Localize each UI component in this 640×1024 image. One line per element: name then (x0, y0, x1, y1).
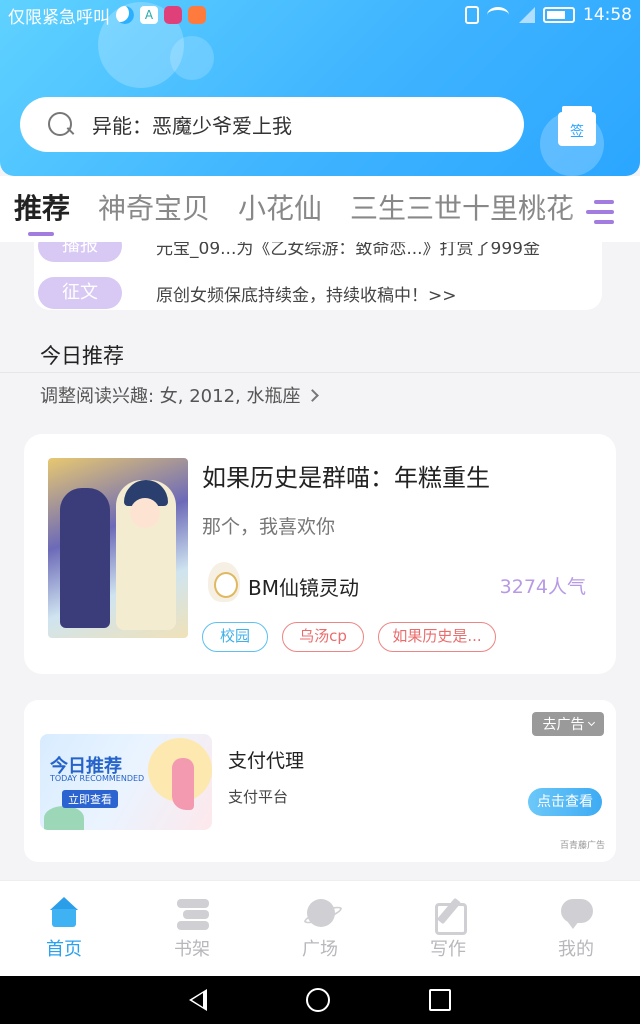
notice-tag: 征文 (38, 277, 122, 309)
carrier-text: 仅限紧急呼叫 (8, 7, 110, 28)
home-icon (47, 897, 81, 929)
nav-plaza[interactable]: 广场 (256, 881, 384, 976)
o-icon (164, 6, 182, 24)
divider (0, 372, 640, 373)
section-title: 今日推荐 (40, 344, 124, 368)
ad-subtitle: 支付平台 (228, 788, 289, 806)
ad-image[interactable]: 今日推荐 TODAY RECOMMENDED 立即查看 (40, 734, 212, 830)
nav-label: 书架 (174, 939, 210, 960)
ad-source: 百青藤广告 (560, 841, 606, 851)
remove-ad-label: 去广告 (542, 717, 585, 733)
book-card[interactable]: 如果历史是群喵：年糕重生 那个，我喜欢你 BM仙镜灵动 3274人气 校园 乌汤… (24, 434, 616, 674)
system-nav-bar (0, 976, 640, 1024)
book-description: 那个，我喜欢你 (202, 516, 336, 538)
popularity-count: 3274人气 (499, 576, 586, 598)
a-icon: A (140, 6, 158, 24)
notice-tag: 播报 (38, 242, 122, 262)
ad-image-button: 立即查看 (62, 790, 118, 808)
nav-bookshelf[interactable]: 书架 (128, 881, 256, 976)
category-tabs: 推荐 神奇宝贝 小花仙 三生三世十里桃花 古风 (0, 176, 640, 242)
search-placeholder: 异能：恶魔少爷爱上我 (92, 114, 292, 138)
nav-label: 我的 (558, 939, 594, 960)
interest-text: 调整阅读兴趣: 女, 2012, 水瓶座 (40, 386, 301, 407)
tab-recommend[interactable]: 推荐 (14, 187, 70, 227)
tab-xiaohuaxian[interactable]: 小花仙 (238, 187, 322, 227)
wifi-icon (487, 7, 509, 23)
bookshelf-icon (175, 897, 209, 930)
author-name[interactable]: BM仙镜灵动 (248, 572, 359, 601)
search-bar[interactable]: 异能：恶魔少爷爱上我 (20, 97, 524, 152)
nav-write[interactable]: 写作 (384, 881, 512, 976)
tab-pokemon[interactable]: 神奇宝贝 (98, 187, 210, 227)
battery-charging-icon (543, 7, 575, 23)
author-avatar[interactable] (208, 562, 240, 602)
decor-bubble (170, 36, 214, 80)
ad-card[interactable]: 去广告 今日推荐 TODAY RECOMMENDED 立即查看 支付代理 支付平… (24, 700, 616, 862)
chevron-down-icon (587, 718, 595, 727)
music-icon (188, 6, 206, 24)
moon-icon (116, 6, 134, 24)
vibrate-icon (465, 6, 479, 24)
chat-bubble-icon (559, 897, 593, 929)
tab-peach-blossom[interactable]: 三生三世十里桃花 (350, 187, 574, 227)
nav-label: 广场 (302, 939, 338, 960)
recent-apps-icon[interactable] (428, 989, 451, 1011)
chevron-right-icon (306, 388, 320, 402)
nav-label: 写作 (430, 939, 466, 960)
book-tag[interactable]: 如果历史是... (378, 622, 496, 652)
remove-ad-button[interactable]: 去广告 (532, 712, 604, 736)
ad-view-button[interactable]: 点击查看 (528, 788, 602, 816)
nav-home[interactable]: 首页 (0, 881, 128, 976)
nav-mine[interactable]: 我的 (512, 881, 640, 976)
signal-icon (517, 7, 535, 23)
notice-item[interactable]: 播报 元宝_09...为《乙女综游：致命恋...》打赏了999金 (34, 242, 602, 272)
gift-checkin-icon[interactable]: 签 (558, 106, 596, 146)
notice-item[interactable]: 征文 原创女频保底持续金，持续收稿中！>> (34, 277, 602, 309)
active-tab-indicator (28, 232, 54, 236)
bottom-nav: 首页 书架 广场 写作 我的 (0, 880, 640, 976)
book-cover[interactable] (48, 458, 188, 638)
notice-text: 原创女频保底持续金，持续收稿中！>> (156, 285, 457, 306)
notice-board: 播报 元宝_09...为《乙女综游：致命恋...》打赏了999金 征文 原创女频… (34, 242, 602, 310)
search-icon (48, 111, 74, 138)
status-time: 14:58 (583, 5, 632, 25)
ad-image-subtitle: TODAY RECOMMENDED (50, 774, 145, 783)
adjust-interest-link[interactable]: 调整阅读兴趣: 女, 2012, 水瓶座 (40, 382, 320, 408)
header: 仅限紧急呼叫 A 14:58 异能：恶魔少爷爱上我 签 (0, 0, 640, 176)
plaza-icon (303, 897, 337, 929)
notice-text: 元宝_09...为《乙女综游：致命恋...》打赏了999金 (156, 242, 541, 259)
ad-title: 支付代理 (228, 750, 305, 772)
nav-label: 首页 (46, 939, 82, 960)
write-icon (431, 897, 467, 935)
category-menu-icon[interactable] (566, 184, 640, 240)
back-icon[interactable] (189, 989, 208, 1011)
book-title[interactable]: 如果历史是群喵：年糕重生 (202, 458, 490, 493)
book-tag[interactable]: 校园 (202, 622, 268, 652)
home-circle-icon[interactable] (305, 988, 330, 1012)
book-tag[interactable]: 乌汤cp (282, 622, 364, 652)
status-bar: 仅限紧急呼叫 A 14:58 (0, 0, 640, 30)
